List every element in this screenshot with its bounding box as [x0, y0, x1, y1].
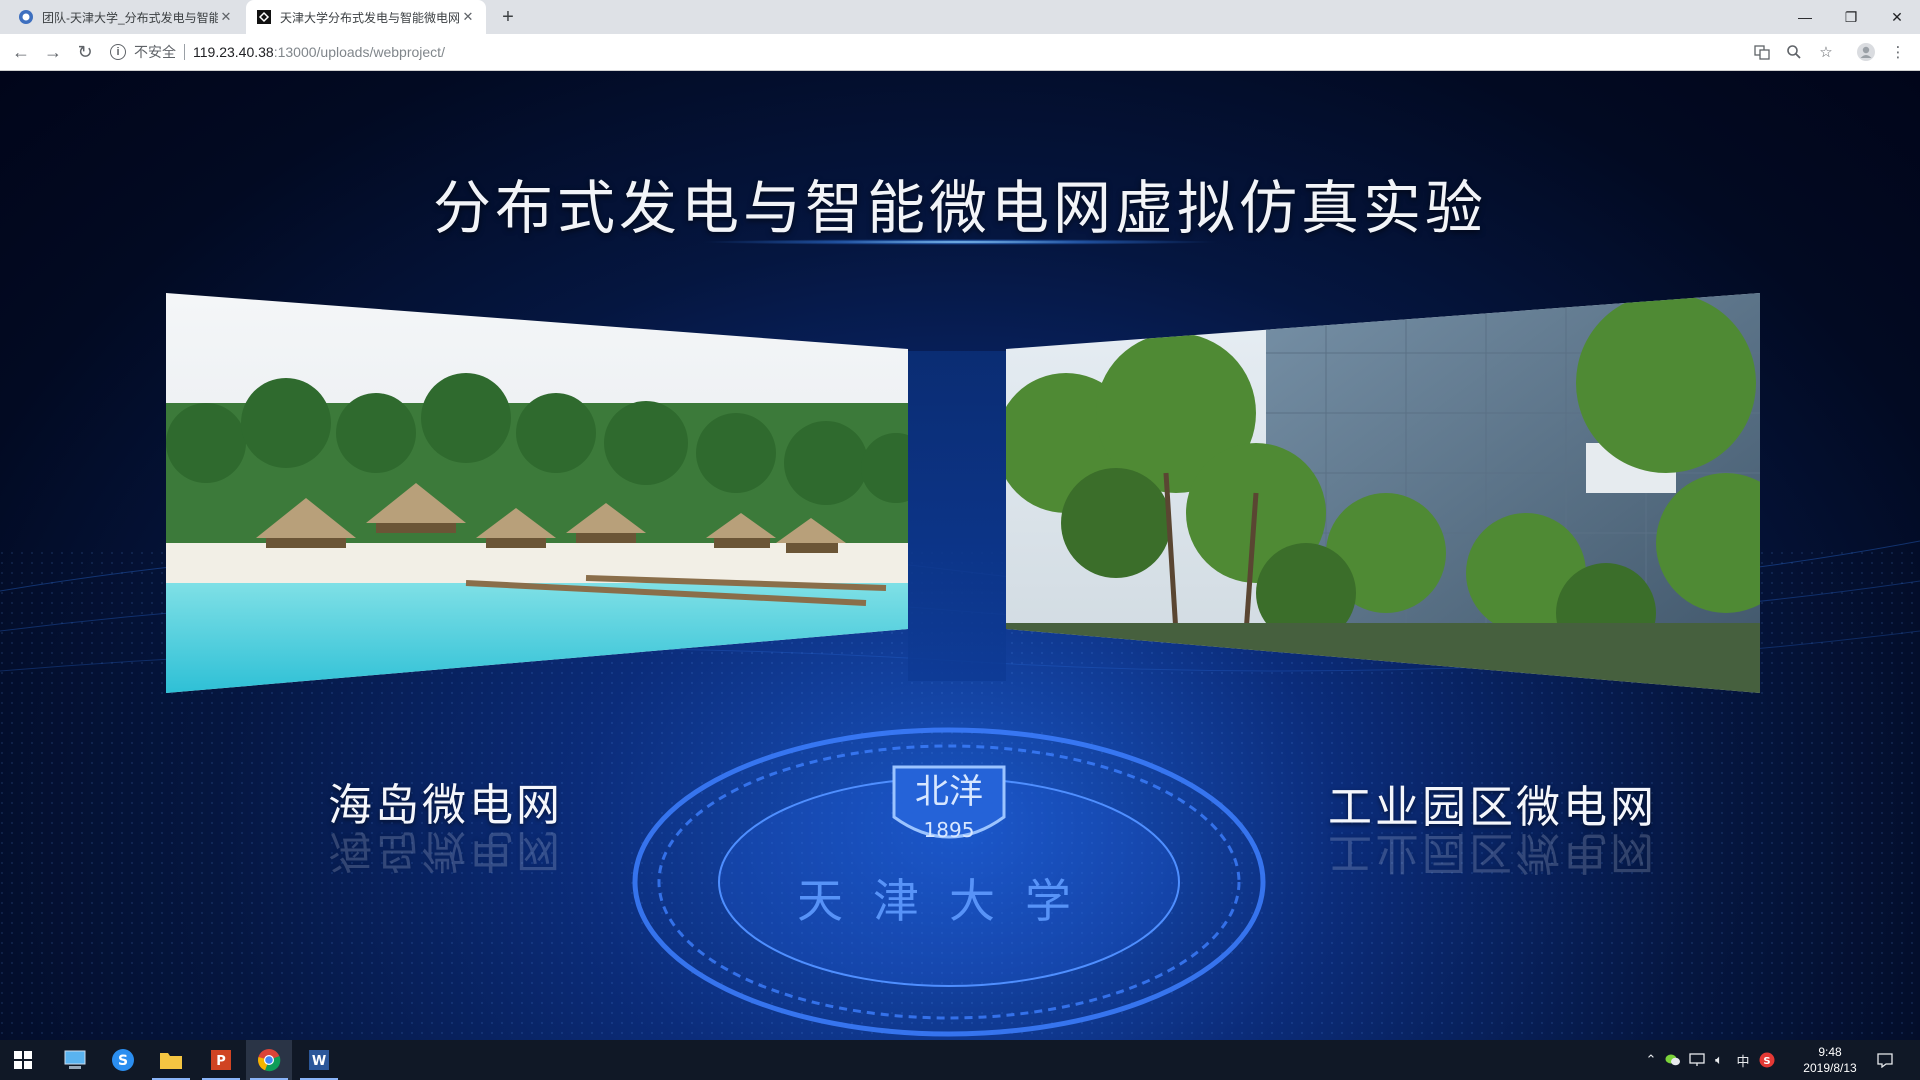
svg-text:W: W [312, 1054, 326, 1069]
tab-title: 天津大学分布式发电与智能微电网虚拟仿真实验 [280, 10, 460, 25]
center-divider [908, 351, 1006, 681]
tab-simulation-page[interactable]: 天津大学分布式发电与智能微电网虚拟仿真实验 ✕ [246, 0, 486, 34]
university-seal-logo: 北洋 1895 天津大学 [632, 727, 1266, 1037]
volume-icon[interactable]: 🔈︎ [1710, 1051, 1728, 1069]
restore-icon[interactable]: ❐ [1828, 0, 1874, 34]
show-hidden-icons-icon[interactable]: ⌃ [1642, 1051, 1660, 1069]
windows-taskbar: S P W ⌃ 🔈︎ 中 S 9:48 2019/8/13 [0, 1040, 1920, 1080]
svg-text:S: S [1763, 1056, 1770, 1067]
security-label: 不安全 [134, 44, 176, 60]
minimize-icon[interactable]: — [1782, 0, 1828, 34]
island-resort-image [166, 293, 908, 693]
clock-date: 2019/8/13 [1803, 1061, 1857, 1075]
island-microgrid-label-reflection: 海岛微电网 [328, 825, 563, 876]
industrial-park-microgrid-panel[interactable] [1006, 293, 1760, 693]
zoom-icon[interactable] [1784, 42, 1804, 62]
clock-time: 9:48 [1818, 1045, 1842, 1059]
svg-text:P: P [216, 1054, 226, 1069]
notifications-icon[interactable] [1876, 1051, 1894, 1069]
university-favicon-icon [18, 9, 34, 25]
profile-avatar-icon[interactable] [1856, 42, 1876, 62]
industrial-park-label-reflection: 工业园区微电网 [1328, 827, 1657, 878]
address-bar[interactable]: i 不安全 119.23.40.38 :13000/uploads/webpro… [110, 38, 1770, 66]
close-window-icon[interactable]: ✕ [1874, 0, 1920, 34]
industrial-park-microgrid-label[interactable]: 工业园区微电网 工业园区微电网 [1328, 771, 1657, 889]
info-icon[interactable]: i [110, 44, 126, 60]
title-underline-glow [700, 239, 1220, 245]
seal-inner-text: 北洋 [915, 772, 983, 812]
back-arrow-icon[interactable]: ← [9, 40, 33, 64]
ime-indicator[interactable]: 中 [1734, 1051, 1752, 1069]
tab-title: 团队-天津大学_分布式发电与智能微电网 [42, 10, 218, 25]
network-icon[interactable] [1688, 1051, 1706, 1069]
page-title: 分布式发电与智能微电网虚拟仿真实验 [432, 174, 1487, 242]
chrome-icon[interactable] [246, 1040, 292, 1080]
powerpoint-icon[interactable]: P [198, 1040, 244, 1080]
unity-favicon-icon [256, 9, 272, 25]
browser-toolbar: ← → ↻ i 不安全 119.23.40.38 :13000/uploads/… [0, 34, 1920, 71]
star-icon[interactable]: ☆ [1816, 42, 1836, 62]
start-icon[interactable] [0, 1040, 46, 1080]
svg-text:S: S [118, 1053, 128, 1069]
seal-bottom-text: 天津大学 [797, 874, 1101, 928]
webgl-scene: 分布式发电与智能微电网虚拟仿真实验 海岛微电网 海岛微电网 工业园区微电网 工业… [0, 71, 1920, 1040]
sogou-ime-icon[interactable]: S [1758, 1051, 1776, 1069]
translate-icon[interactable] [1752, 42, 1772, 62]
seal-year: 1895 [924, 818, 975, 842]
new-tab-button[interactable]: + [496, 5, 520, 29]
reload-icon[interactable]: ↻ [73, 40, 97, 64]
tab-close-icon[interactable]: ✕ [460, 9, 476, 25]
address-separator [184, 44, 185, 60]
kebab-menu-icon[interactable]: ⋮ [1888, 42, 1908, 62]
url-host: 119.23.40.38 [193, 44, 274, 60]
tab-team-page[interactable]: 团队-天津大学_分布式发电与智能微电网 ✕ [8, 0, 244, 34]
file-explorer-icon[interactable] [148, 1040, 194, 1080]
tab-close-icon[interactable]: ✕ [218, 9, 234, 25]
sogou-icon[interactable]: S [100, 1040, 146, 1080]
island-microgrid-label[interactable]: 海岛微电网 海岛微电网 [328, 769, 563, 887]
computer-icon[interactable] [52, 1040, 98, 1080]
island-microgrid-panel[interactable] [166, 293, 908, 693]
system-clock[interactable]: 9:48 2019/8/13 [1782, 1044, 1878, 1076]
forward-arrow-icon[interactable]: → [41, 40, 65, 64]
tab-strip: 团队-天津大学_分布式发电与智能微电网 ✕ 天津大学分布式发电与智能微电网虚拟仿… [0, 0, 1920, 34]
url-path: :13000/uploads/webproject/ [273, 44, 445, 60]
word-icon[interactable]: W [296, 1040, 342, 1080]
industrial-building-image [1006, 293, 1760, 693]
wechat-icon[interactable] [1664, 1051, 1682, 1069]
